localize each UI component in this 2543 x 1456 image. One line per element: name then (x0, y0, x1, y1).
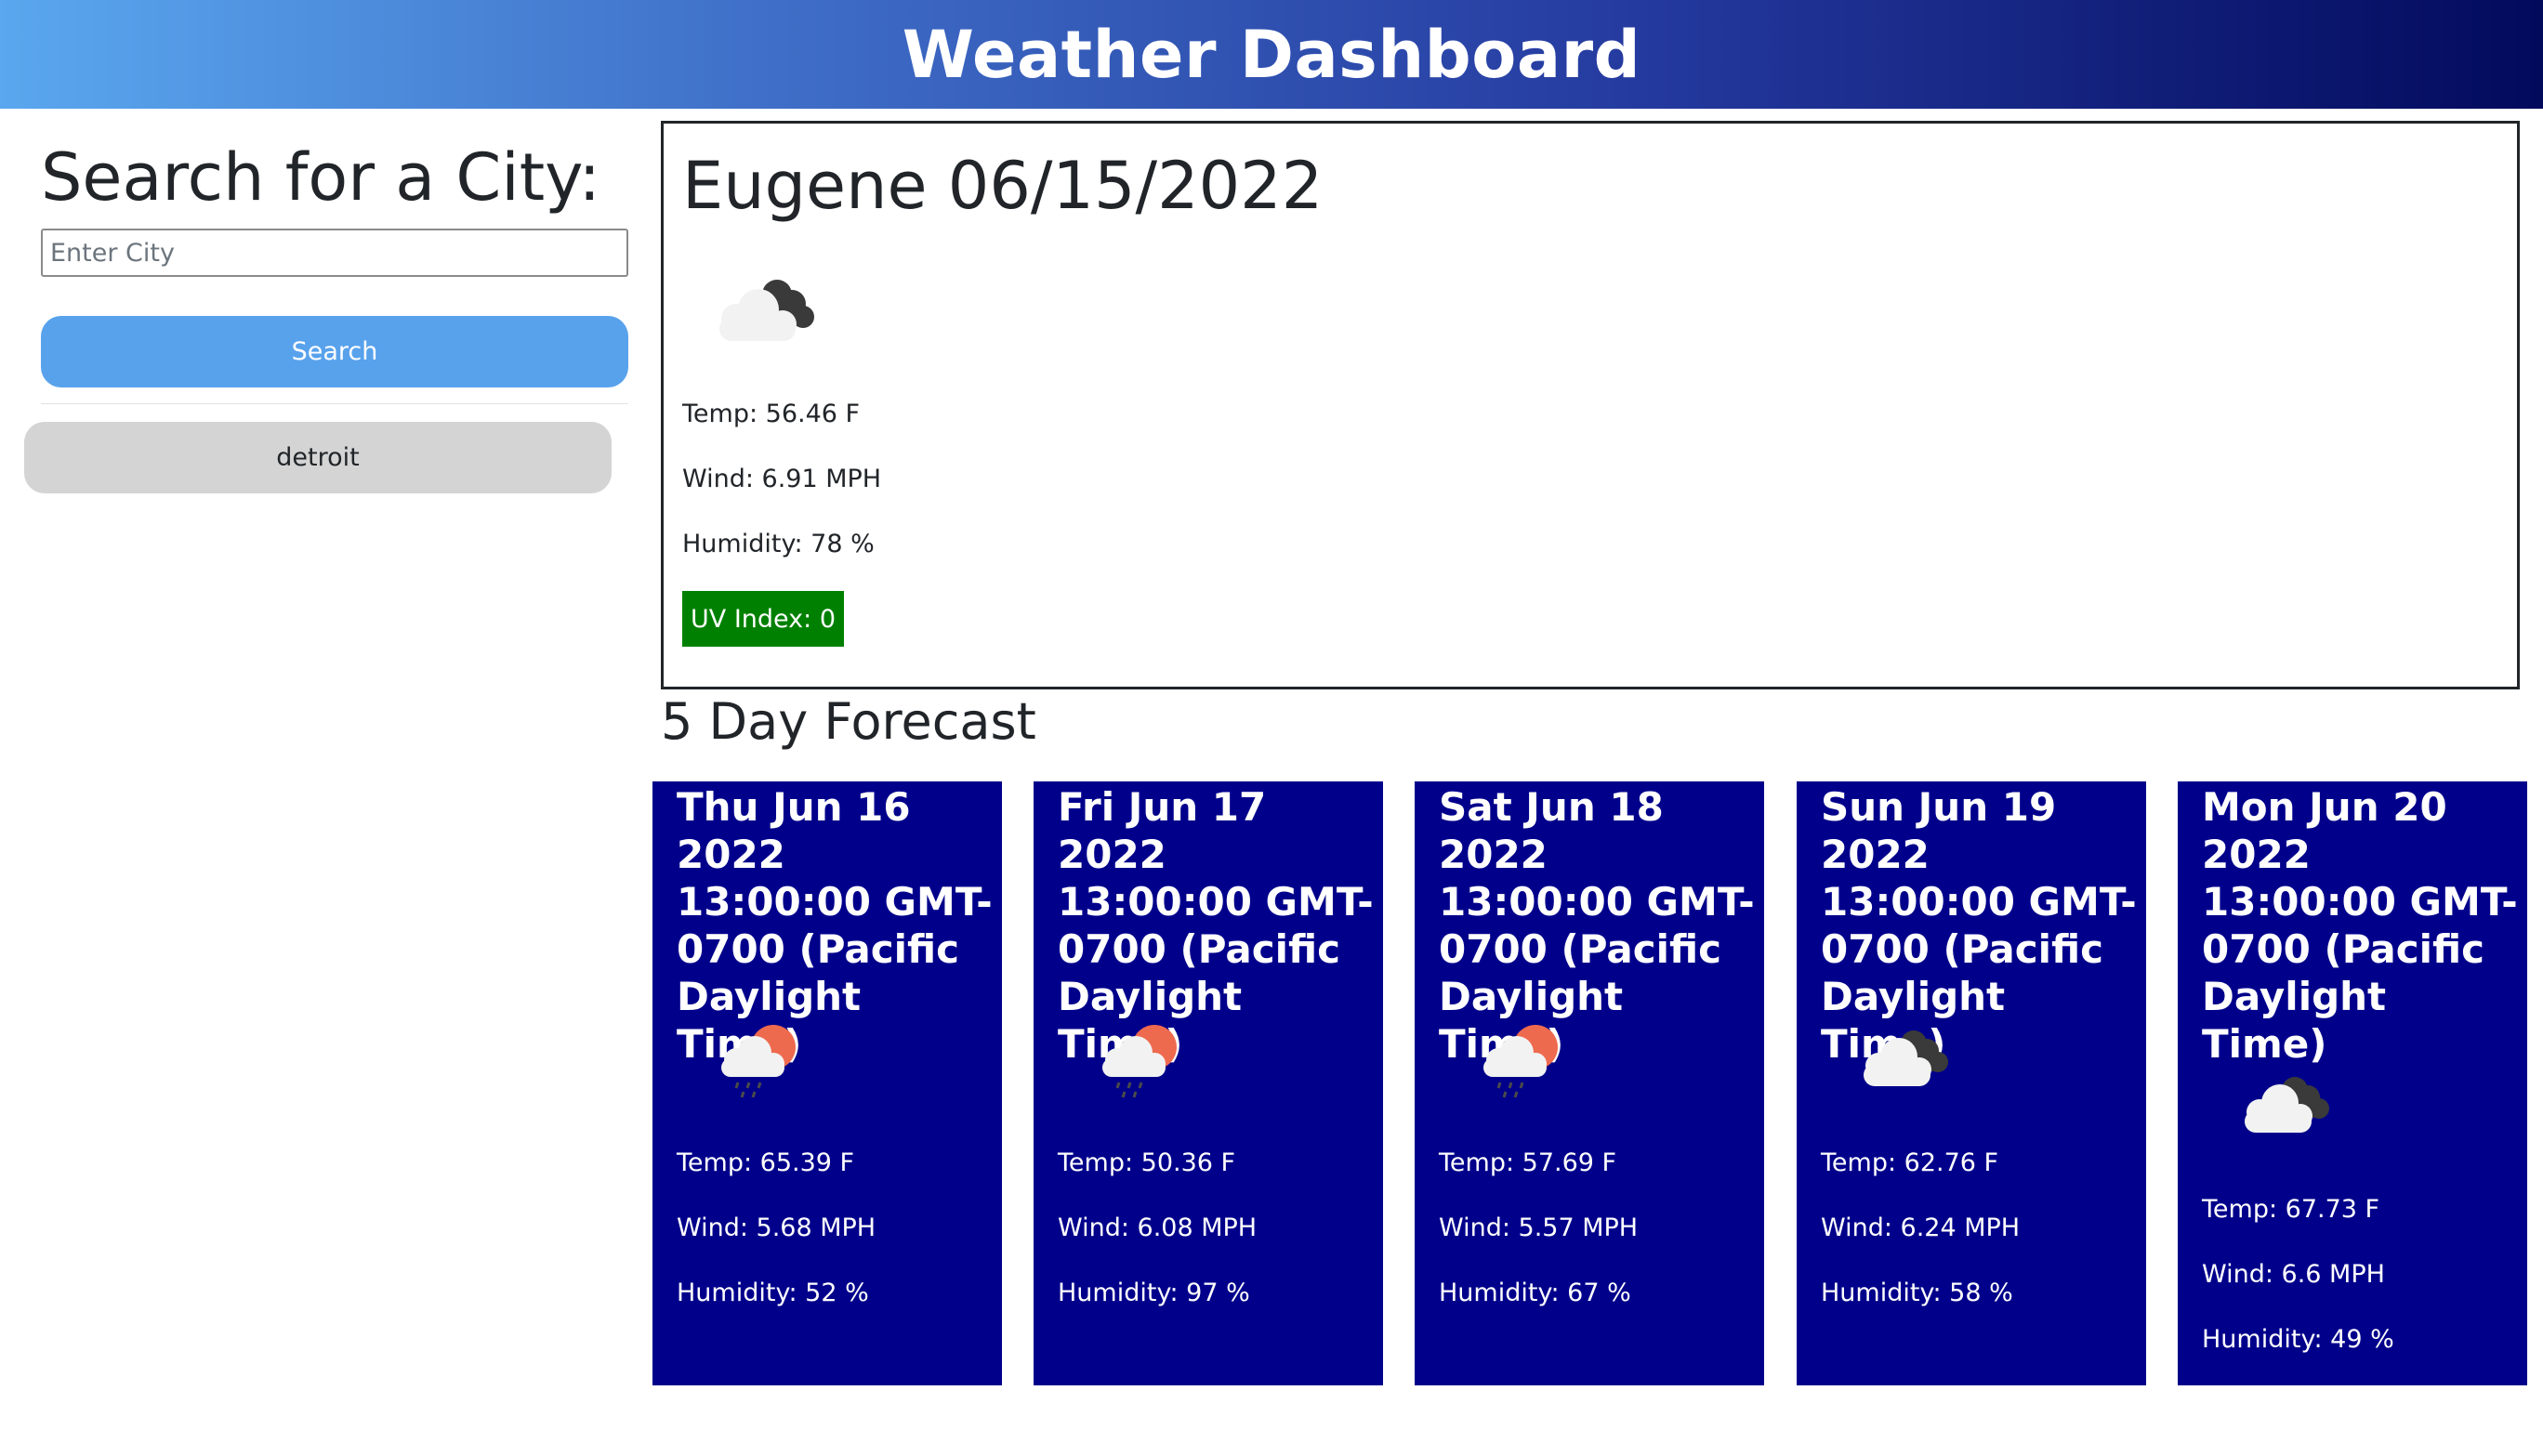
forecast-humidity: Humidity: 97 % (1058, 1279, 1250, 1307)
forecast-humidity: Humidity: 52 % (677, 1279, 869, 1307)
forecast-wind: Wind: 5.57 MPH (1439, 1213, 1639, 1242)
forecast-wind: Wind: 6.08 MPH (1058, 1213, 1258, 1242)
forecast-card: Sat Jun 18 2022 13:00:00 GMT-0700 (Pacif… (1415, 781, 1764, 1385)
forecast-card: Mon Jun 20 2022 13:00:00 GMT-0700 (Pacif… (2178, 781, 2527, 1385)
sidebar-divider (41, 403, 628, 404)
current-temp: Temp: 56.46 F (682, 400, 861, 428)
forecast-temp: Temp: 62.76 F (1821, 1148, 1999, 1177)
forecast-humidity: Humidity: 49 % (2202, 1325, 2394, 1354)
broken-clouds-icon (2245, 1077, 2329, 1133)
current-wind: Wind: 6.91 MPH (682, 465, 882, 493)
current-city-date: Eugene 06/15/2022 (682, 148, 1324, 224)
forecast-wind: Wind: 6.24 MPH (1821, 1213, 2021, 1242)
search-button[interactable]: Search (41, 316, 628, 387)
forecast-temp: Temp: 57.69 F (1439, 1148, 1617, 1177)
broken-clouds-icon (1864, 1030, 1948, 1086)
forecast-humidity: Humidity: 67 % (1439, 1279, 1631, 1307)
forecast-wind: Wind: 5.68 MPH (677, 1213, 876, 1242)
current-weather-card: Eugene 06/15/2022 Temp: 56.46 F Wind: 6.… (661, 121, 2520, 689)
rain-sun-icon (1102, 1025, 1177, 1098)
forecast-wind: Wind: 6.6 MPH (2202, 1260, 2385, 1289)
forecast-temp: Temp: 65.39 F (677, 1148, 855, 1177)
forecast-card: Sun Jun 19 2022 13:00:00 GMT-0700 (Pacif… (1797, 781, 2146, 1385)
city-search-input[interactable] (41, 229, 628, 277)
uv-index-badge: UV Index: 0 (682, 591, 845, 647)
app-header: Weather Dashboard (0, 0, 2543, 109)
forecast-card: Fri Jun 17 2022 13:00:00 GMT-0700 (Pacif… (1034, 781, 1383, 1385)
rain-sun-icon (721, 1025, 796, 1098)
forecast-card: Thu Jun 16 2022 13:00:00 GMT-0700 (Pacif… (652, 781, 1002, 1385)
app-title: Weather Dashboard (902, 16, 1641, 93)
forecast-date: Mon Jun 20 2022 13:00:00 GMT-0700 (Pacif… (2202, 784, 2518, 1067)
rain-sun-icon (1483, 1025, 1558, 1098)
forecast-temp: Temp: 50.36 F (1058, 1148, 1236, 1177)
broken-clouds-icon (719, 280, 814, 341)
forecast-humidity: Humidity: 58 % (1821, 1279, 2013, 1307)
search-heading: Search for a City: (41, 139, 601, 216)
forecast-heading: 5 Day Forecast (661, 692, 1036, 751)
forecast-temp: Temp: 67.73 F (2202, 1195, 2380, 1224)
history-city-button[interactable]: detroit (24, 422, 612, 493)
current-humidity: Humidity: 78 % (682, 530, 875, 558)
